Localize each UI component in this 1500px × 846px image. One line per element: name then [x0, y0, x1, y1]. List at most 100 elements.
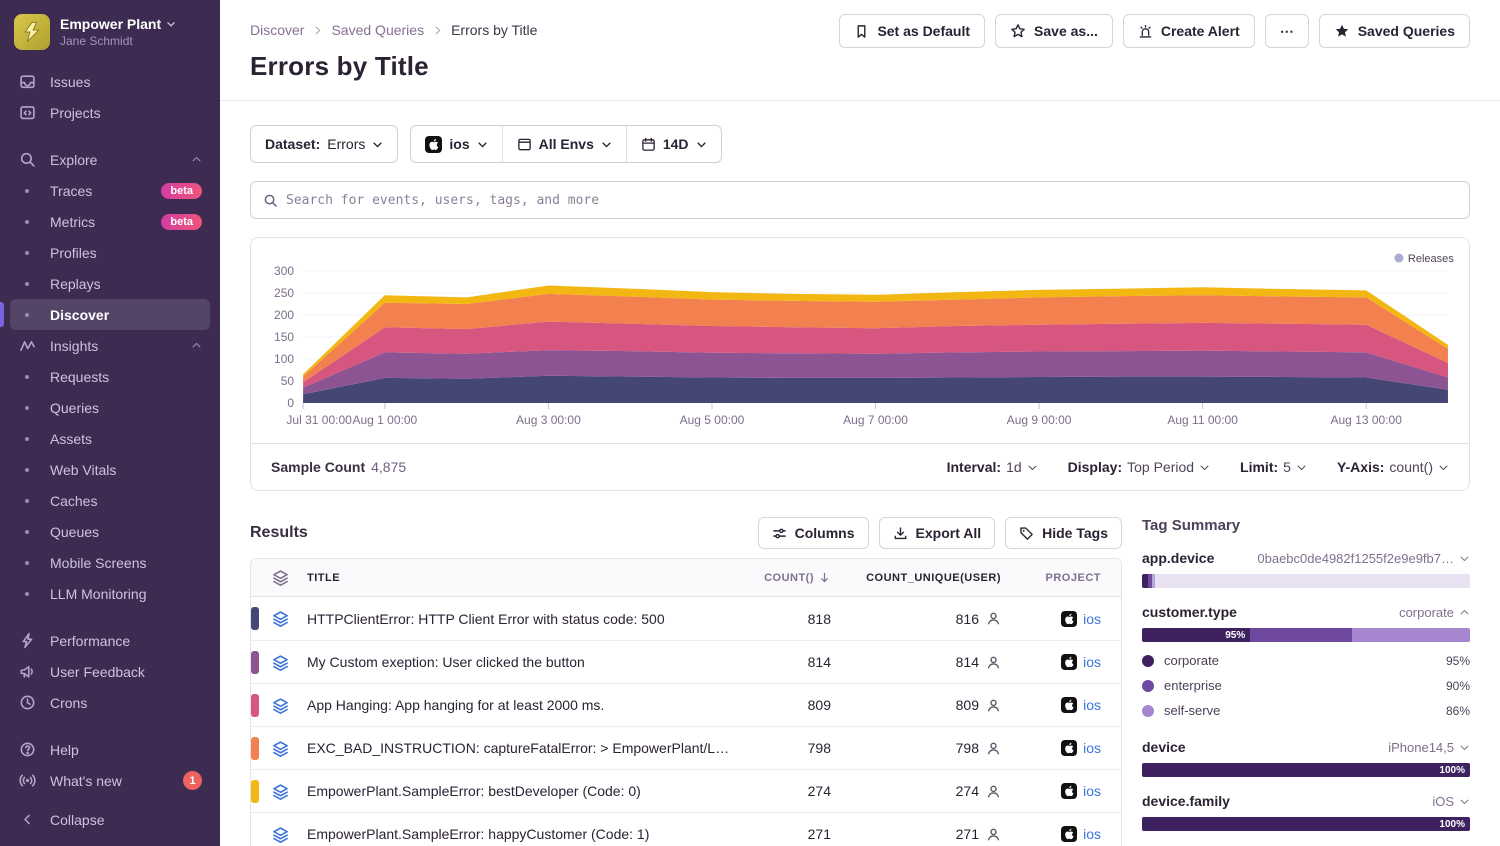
sidebar-item-replays[interactable]: Replays — [10, 268, 210, 299]
chart[interactable]: Jul 31 00:00Aug 1 00:00Aug 3 00:00Aug 5 … — [251, 238, 1469, 443]
saved-queries-button[interactable]: Saved Queries — [1319, 14, 1470, 48]
sidebar-item-crons[interactable]: Crons — [10, 687, 210, 718]
sidebar-item-what-s-new[interactable]: What's new1 — [10, 765, 210, 796]
sidebar-item-issues[interactable]: Issues — [10, 66, 210, 97]
sidebar-item-caches[interactable]: Caches — [10, 485, 210, 516]
tag-distribution-bar[interactable]: 100% — [1142, 817, 1470, 831]
column-header-title[interactable]: TITLE — [307, 572, 731, 584]
tag-distribution-bar[interactable]: 95% — [1142, 628, 1470, 642]
y-axis-control[interactable]: Y-Axis:count() — [1337, 459, 1449, 475]
series-color-bar — [251, 694, 259, 717]
tag-legend-row[interactable]: corporate 95% — [1142, 648, 1470, 673]
tag-header[interactable]: app.device 0baebc0de4982f1255f2e9e9fb7… — [1142, 550, 1470, 566]
column-header-count[interactable]: COUNT() — [731, 571, 831, 584]
dataset-filter[interactable]: Dataset:Errors — [250, 125, 398, 163]
bullet-icon — [16, 530, 38, 534]
error-title-link[interactable]: My Custom exeption: User clicked the but… — [307, 654, 731, 670]
sidebar-item-user-feedback[interactable]: User Feedback — [10, 656, 210, 687]
clock-icon — [16, 694, 38, 711]
error-title-link[interactable]: EmpowerPlant.SampleError: bestDeveloper … — [307, 783, 731, 799]
error-title-link[interactable]: EXC_BAD_INSTRUCTION: captureFatalError: … — [307, 740, 731, 756]
sidebar-item-web-vitals[interactable]: Web Vitals — [10, 454, 210, 485]
project-cell[interactable]: ios — [1001, 697, 1121, 713]
tag-distribution-bar[interactable] — [1142, 574, 1470, 588]
chevron-down-icon — [696, 139, 707, 150]
collapse-button[interactable]: Collapse — [10, 804, 210, 835]
apple-ios-icon — [1061, 611, 1077, 627]
interval-control[interactable]: Interval:1d — [947, 459, 1038, 475]
project-filter[interactable]: ios — [411, 126, 501, 162]
sidebar-item-queries[interactable]: Queries — [10, 392, 210, 423]
sidebar-item-metrics[interactable]: Metricsbeta — [10, 206, 210, 237]
chevron-down-icon — [1296, 462, 1307, 473]
ellipsis-icon: ⋯ — [1280, 23, 1294, 40]
filter-bar: Dataset:Errors ios All Envs 14D — [250, 125, 1470, 163]
set-as-default-button[interactable]: Set as Default — [839, 14, 985, 48]
project-cell[interactable]: ios — [1001, 654, 1121, 670]
beta-badge: beta — [161, 214, 202, 230]
sidebar-item-label: Projects — [50, 105, 101, 121]
page-filters-group: ios All Envs 14D — [410, 125, 721, 163]
sidebar-item-explore[interactable]: Explore — [10, 144, 210, 175]
sidebar-item-performance[interactable]: Performance — [10, 625, 210, 656]
breadcrumb-item[interactable]: Discover — [250, 22, 304, 38]
sidebar-item-queues[interactable]: Queues — [10, 516, 210, 547]
create-alert-button[interactable]: Create Alert — [1123, 14, 1255, 48]
bullet-icon — [16, 406, 38, 410]
column-header-project[interactable]: PROJECT — [1001, 572, 1121, 584]
project-cell[interactable]: ios — [1001, 826, 1121, 842]
help-icon — [16, 741, 38, 758]
display-control[interactable]: Display:Top Period — [1068, 459, 1210, 475]
error-title-link[interactable]: HTTPClientError: HTTP Client Error with … — [307, 611, 731, 627]
table-row: My Custom exeption: User clicked the but… — [251, 640, 1121, 683]
chevron-down-icon — [1027, 462, 1038, 473]
breadcrumb-item[interactable]: Saved Queries — [331, 22, 424, 38]
sidebar-item-traces[interactable]: Tracesbeta — [10, 175, 210, 206]
sidebar-item-projects[interactable]: Projects — [10, 97, 210, 128]
error-title-link[interactable]: EmpowerPlant.SampleError: happyCustomer … — [307, 826, 731, 842]
sidebar-item-help[interactable]: Help — [10, 734, 210, 765]
tag-header[interactable]: customer.type corporate — [1142, 604, 1470, 620]
environment-filter[interactable]: All Envs — [502, 126, 626, 162]
tag-legend-row[interactable]: self-serve 86% — [1142, 698, 1470, 723]
project-link: ios — [1083, 654, 1101, 670]
tag-header[interactable]: device.family iOS — [1142, 793, 1470, 809]
sidebar-item-insights[interactable]: Insights — [10, 330, 210, 361]
column-header-count-unique[interactable]: COUNT_UNIQUE(USER) — [831, 572, 1001, 584]
sidebar-item-label: User Feedback — [50, 664, 145, 680]
sidebar-item-label: Discover — [50, 307, 109, 323]
org-switcher[interactable]: Empower Plant Jane Schmidt — [0, 0, 220, 60]
tag-legend-row[interactable]: enterprise 90% — [1142, 673, 1470, 698]
tag-header[interactable]: device iPhone14,5 — [1142, 739, 1470, 755]
svg-text:Jul 31 00:00: Jul 31 00:00 — [286, 413, 352, 427]
sidebar-item-llm-monitoring[interactable]: LLM Monitoring — [10, 578, 210, 609]
table-header: TITLE COUNT() COUNT_UNIQUE(USER) PROJECT — [251, 559, 1121, 597]
columns-button[interactable]: Columns — [758, 517, 869, 549]
table-row: EmpowerPlant.SampleError: bestDeveloper … — [251, 769, 1121, 812]
chevron-up-icon — [191, 154, 202, 165]
tag-summary-panel: Tag Summary app.device 0baebc0de4982f125… — [1142, 517, 1470, 846]
project-cell[interactable]: ios — [1001, 740, 1121, 756]
error-title-link[interactable]: App Hanging: App hanging for at least 20… — [307, 697, 731, 713]
save-as-button[interactable]: Save as... — [995, 14, 1113, 48]
sidebar-item-discover[interactable]: Discover — [10, 299, 210, 330]
more-options-button[interactable]: ⋯ — [1265, 14, 1309, 48]
sidebar-item-mobile-screens[interactable]: Mobile Screens — [10, 547, 210, 578]
project-cell[interactable]: ios — [1001, 783, 1121, 799]
search-input[interactable] — [286, 193, 1457, 208]
hide-tags-button[interactable]: Hide Tags — [1005, 517, 1122, 549]
date-range-filter[interactable]: 14D — [626, 126, 721, 162]
project-cell[interactable]: ios — [1001, 611, 1121, 627]
sidebar-item-requests[interactable]: Requests — [10, 361, 210, 392]
limit-control[interactable]: Limit:5 — [1240, 459, 1307, 475]
export-all-button[interactable]: Export All — [879, 517, 996, 549]
sidebar-item-profiles[interactable]: Profiles — [10, 237, 210, 268]
count-unique-value: 816 — [956, 611, 979, 627]
layers-icon — [272, 826, 289, 843]
count-unique-value: 798 — [956, 740, 979, 756]
bullet-icon — [16, 468, 38, 472]
svg-text:250: 250 — [274, 286, 294, 300]
sidebar-item-assets[interactable]: Assets — [10, 423, 210, 454]
tag-top-value: iPhone14,5 — [1388, 740, 1454, 755]
tag-distribution-bar[interactable]: 100% — [1142, 763, 1470, 777]
